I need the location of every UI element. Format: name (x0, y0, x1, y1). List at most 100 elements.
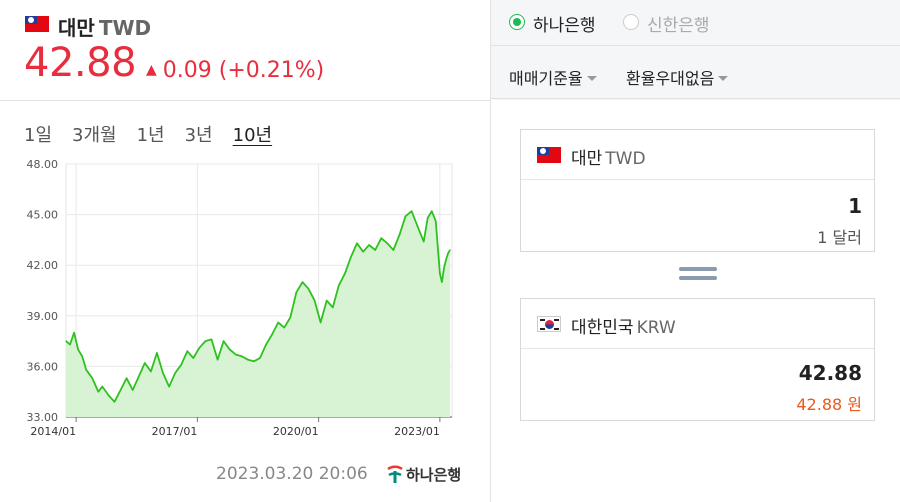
data-point (277, 321, 279, 324)
data-point (81, 355, 83, 357)
y-tick-label: 48.00 (27, 158, 59, 171)
data-point (138, 375, 140, 378)
period-tab[interactable]: 3년 (185, 125, 213, 146)
y-tick-label: 42.00 (27, 259, 59, 272)
taiwan-flag-icon (25, 16, 49, 32)
from-currency-selector[interactable]: 대만 TWD (521, 130, 874, 180)
bank-label-hana[interactable]: 하나은행 (533, 11, 596, 36)
data-point (150, 370, 152, 373)
data-point (119, 389, 122, 391)
data-point (362, 251, 364, 253)
taiwan-flag-icon (537, 147, 561, 163)
from-currency-code: TWD (605, 149, 646, 169)
data-point (301, 281, 304, 283)
data-point (107, 394, 110, 396)
up-triangle-icon: ▲ (146, 62, 157, 78)
data-point (338, 284, 340, 287)
data-point (271, 333, 273, 335)
korea-flag-icon (537, 316, 561, 332)
data-point (398, 234, 401, 236)
data-point (386, 242, 388, 244)
caret-down-icon (586, 76, 597, 81)
to-currency-selector[interactable]: 대한민국 KRW (521, 299, 874, 349)
period-tab[interactable]: 1년 (137, 125, 165, 146)
data-point (356, 242, 358, 244)
x-tick-label: 2023/01 (394, 425, 440, 438)
rate-change: ▲ 0.09 (+0.21%) (146, 58, 324, 83)
data-point (210, 338, 213, 341)
data-point (132, 389, 134, 391)
data-point (101, 386, 103, 388)
data-point (65, 340, 67, 342)
data-point (235, 353, 237, 356)
to-currency-name: 대한민국 (571, 318, 634, 338)
bank-radio-shinhan[interactable] (623, 14, 639, 30)
data-point (423, 240, 425, 243)
series-area (66, 211, 450, 417)
data-point (144, 362, 146, 364)
rate-chart: 48.00 45.00 42.00 39.00 36.00 33.002014/01 201… (27, 158, 453, 438)
to-currency-box: 대한민국 KRW 42.88 42.88 원 (520, 298, 875, 421)
data-point (374, 249, 376, 251)
data-point (247, 359, 249, 361)
preferential-dropdown[interactable]: 환율우대없음 (626, 65, 729, 89)
data-point (253, 360, 255, 362)
currency-name: 대만 TWD (58, 16, 152, 40)
data-point (441, 281, 443, 283)
y-tick-label: 33.00 (27, 411, 59, 424)
data-point (204, 340, 207, 342)
data-point (186, 350, 188, 352)
data-point (265, 343, 267, 346)
data-point (73, 332, 75, 334)
data-point (85, 369, 87, 371)
to-amount-text: 42.88 원 (796, 395, 862, 414)
caret-down-icon (718, 76, 729, 81)
y-tick-label: 36.00 (27, 360, 59, 373)
current-rate: 42.88 (24, 40, 137, 86)
data-point (439, 273, 441, 275)
data-point (295, 291, 297, 293)
hana-bank-logo-icon (387, 465, 403, 483)
bank-label-shinhan[interactable]: 신한은행 (647, 11, 710, 36)
from-amount-input[interactable]: 1 (848, 194, 862, 218)
data-point (126, 377, 128, 379)
data-point (113, 401, 116, 403)
data-point (198, 347, 200, 349)
data-point (307, 288, 310, 290)
data-point (326, 300, 328, 302)
period-tab[interactable]: 3개월 (72, 125, 117, 146)
data-point (223, 340, 225, 342)
from-currency-box: 대만 TWD 1 1 달러 (520, 129, 875, 252)
data-point (437, 247, 439, 249)
rate-change-value: 0.09 (+0.21%) (162, 58, 325, 83)
data-point (156, 352, 158, 354)
data-point (445, 259, 447, 261)
period-tab[interactable]: 1일 (24, 125, 52, 146)
x-tick-label: 2020/01 (273, 425, 319, 438)
from-currency-name: 대만 (571, 149, 603, 169)
x-tick-label: 2014/01 (30, 425, 76, 438)
data-point (443, 267, 445, 270)
data-point (259, 357, 261, 359)
data-point (392, 249, 394, 251)
converter-panel: 하나은행 신한은행 매매기준율 환율우대없음 대만 TWD 1 1 달러 대한민국 (490, 0, 900, 502)
data-point (168, 386, 170, 388)
bank-selector: 하나은행 신한은행 (491, 0, 900, 46)
options-row: 매매기준율 환율우대없음 (491, 47, 900, 99)
to-currency-code: KRW (636, 318, 676, 338)
from-amount-text: 1 달러 (817, 228, 862, 247)
data-point (449, 249, 451, 251)
period-tabs: 1일 3개월 1년 3년 10년 (24, 121, 292, 147)
data-point (241, 355, 243, 357)
to-amount-input[interactable]: 42.88 (799, 361, 862, 385)
data-point (380, 237, 382, 239)
data-point (313, 300, 316, 302)
data-point (174, 372, 176, 374)
rate-type-dropdown[interactable]: 매매기준율 (509, 65, 597, 89)
equals-icon (679, 267, 717, 281)
data-point (216, 359, 219, 361)
data-point (229, 348, 231, 351)
bank-radio-hana[interactable] (509, 14, 525, 30)
period-tab[interactable]: 10년 (233, 125, 272, 146)
y-tick-label: 45.00 (27, 209, 59, 222)
